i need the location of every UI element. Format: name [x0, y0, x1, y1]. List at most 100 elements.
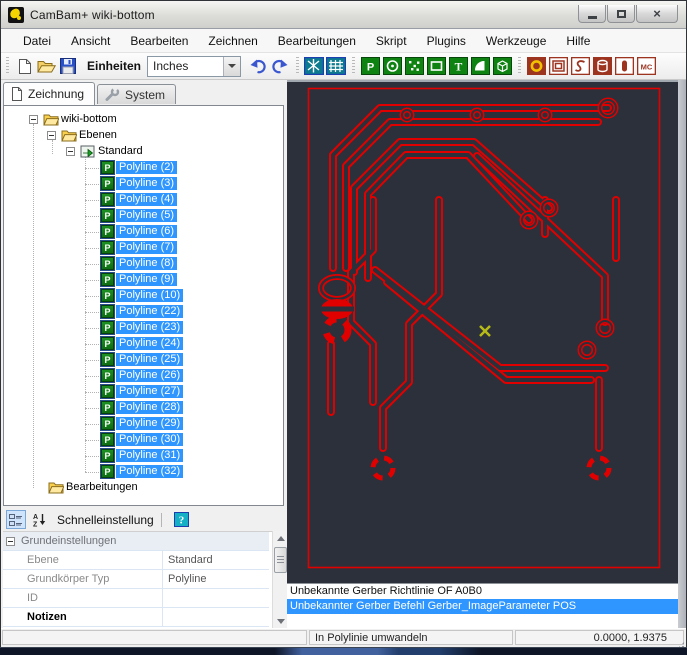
surface-icon[interactable]	[491, 55, 513, 77]
save-icon[interactable]	[57, 55, 79, 77]
polyline-icon[interactable]: P	[359, 55, 381, 77]
tree-node-polyline[interactable]: PPolyline (31)	[4, 448, 283, 464]
points-icon[interactable]	[403, 55, 425, 77]
tree-node-polyline[interactable]: PPolyline (10)	[4, 288, 283, 304]
property-category-row[interactable]: Grundeinstellungen	[3, 532, 269, 551]
tree-node-polyline[interactable]: PPolyline (23)	[4, 320, 283, 336]
cursor-marker	[480, 326, 490, 336]
tree-node-bearbeitungen[interactable]: Bearbeitungen	[4, 480, 283, 496]
collapse-icon[interactable]	[6, 537, 15, 546]
polyline-icon: P	[101, 225, 114, 238]
snap-point-icon[interactable]	[303, 55, 325, 77]
tree-guide-stub	[85, 200, 99, 201]
polyline-icon: P	[101, 321, 114, 334]
collapse-icon[interactable]	[29, 115, 38, 124]
menu-item-werkzeuge[interactable]: Werkzeuge	[476, 31, 556, 51]
svg-text:Z: Z	[33, 522, 38, 528]
tree-node-polyline[interactable]: PPolyline (4)	[4, 192, 283, 208]
scroll-down-icon[interactable]	[274, 614, 287, 628]
property-row[interactable]: Notizen	[3, 608, 269, 627]
menu-item-datei[interactable]: Datei	[13, 31, 61, 51]
polyline-icon: P	[101, 209, 114, 222]
profile3d-icon[interactable]	[591, 55, 613, 77]
scroll-up-icon[interactable]	[274, 531, 287, 545]
arc-icon[interactable]	[469, 55, 491, 77]
property-row[interactable]: Grundkörper TypPolyline	[3, 570, 269, 589]
menu-item-plugins[interactable]: Plugins	[417, 31, 476, 51]
tree-node-polyline[interactable]: PPolyline (22)	[4, 304, 283, 320]
tree-node-polyline[interactable]: PPolyline (27)	[4, 384, 283, 400]
property-value[interactable]: Polyline	[163, 573, 269, 585]
snap-grid-icon[interactable]	[325, 55, 347, 77]
undo-icon[interactable]	[247, 55, 269, 77]
tab-zeichnung[interactable]: Zeichnung	[3, 82, 95, 105]
tree-node-polyline[interactable]: PPolyline (9)	[4, 272, 283, 288]
machining-icon[interactable]: MC	[635, 55, 657, 77]
polyline-icon: P	[101, 193, 114, 206]
message-list[interactable]: Unbekannte Gerber Richtlinie OF A0B0Unbe…	[287, 583, 678, 628]
collapse-icon[interactable]	[66, 147, 75, 156]
categorized-view-button[interactable]	[6, 510, 26, 529]
tree-node-polyline[interactable]: PPolyline (26)	[4, 368, 283, 384]
circle-icon[interactable]	[381, 55, 403, 77]
property-row[interactable]: EbeneStandard	[3, 551, 269, 570]
minimize-button[interactable]	[578, 5, 606, 23]
menu-item-zeichnen[interactable]: Zeichnen	[198, 31, 267, 51]
tree-node-root[interactable]: wiki-bottom	[4, 112, 283, 128]
tree-guide-stub	[85, 424, 99, 425]
units-combobox[interactable]: Inches	[147, 56, 241, 77]
sort-az-button[interactable]: A Z	[29, 510, 49, 529]
tree-node-polyline[interactable]: PPolyline (3)	[4, 176, 283, 192]
property-grid[interactable]: GrundeinstellungenEbeneStandardGrundkörp…	[3, 531, 284, 628]
drill-icon[interactable]	[525, 55, 547, 77]
tree-node-polyline[interactable]: PPolyline (25)	[4, 352, 283, 368]
rectangle-icon[interactable]	[425, 55, 447, 77]
maximize-button[interactable]	[607, 5, 635, 23]
tree-node-polyline[interactable]: PPolyline (2)	[4, 160, 283, 176]
message-row[interactable]: Unbekannter Gerber Befehl Gerber_ImagePa…	[287, 599, 678, 614]
new-file-icon[interactable]	[13, 55, 35, 77]
menu-item-hilfe[interactable]: Hilfe	[556, 31, 600, 51]
property-name: Ebene	[3, 551, 163, 569]
scroll-thumb[interactable]	[274, 547, 287, 573]
collapse-icon[interactable]	[47, 131, 56, 140]
combo-dropdown-button[interactable]	[223, 57, 240, 76]
redo-icon[interactable]	[269, 55, 291, 77]
svg-text:P: P	[366, 62, 373, 74]
property-row[interactable]: ID	[3, 589, 269, 608]
menu-item-skript[interactable]: Skript	[366, 31, 417, 51]
close-button[interactable]: ×	[636, 5, 678, 23]
tree-node-polyline[interactable]: PPolyline (28)	[4, 400, 283, 416]
tree-node-polyline[interactable]: PPolyline (24)	[4, 336, 283, 352]
tree-node-ebenen[interactable]: Ebenen	[4, 128, 283, 144]
left-panel: Zeichnung System wiki-bottomEbenenStanda…	[1, 80, 287, 628]
drawing-canvas[interactable]	[287, 82, 678, 583]
tree-node-polyline[interactable]: PPolyline (30)	[4, 432, 283, 448]
drawing-tree[interactable]: wiki-bottomEbenenStandardPPolyline (2)PP…	[3, 105, 284, 506]
tree-node-label: Polyline (26)	[116, 369, 183, 382]
menu-item-ansicht[interactable]: Ansicht	[61, 31, 120, 51]
tree-node-standard[interactable]: Standard	[4, 144, 283, 160]
tree-node-polyline[interactable]: PPolyline (8)	[4, 256, 283, 272]
menu-item-bearbeitungen[interactable]: Bearbeitungen	[268, 31, 366, 51]
tree-node-polyline[interactable]: PPolyline (32)	[4, 464, 283, 480]
tree-node-polyline[interactable]: PPolyline (7)	[4, 240, 283, 256]
folder-icon	[48, 481, 64, 494]
help-button[interactable]: ?	[172, 510, 192, 529]
menu-item-bearbeiten[interactable]: Bearbeiten	[120, 31, 198, 51]
tree-node-label: Polyline (8)	[116, 257, 177, 270]
tree-node-polyline[interactable]: PPolyline (6)	[4, 224, 283, 240]
engrave-icon[interactable]	[569, 55, 591, 77]
tree-node-polyline[interactable]: PPolyline (29)	[4, 416, 283, 432]
property-scrollbar[interactable]	[272, 531, 287, 628]
minimize-icon	[588, 16, 597, 19]
tab-system[interactable]: System	[97, 84, 176, 104]
property-value[interactable]: Standard	[163, 554, 269, 566]
tree-node-polyline[interactable]: PPolyline (5)	[4, 208, 283, 224]
text-icon[interactable]: T	[447, 55, 469, 77]
toolbar-grip	[518, 57, 521, 75]
vengrave-icon[interactable]	[613, 55, 635, 77]
open-folder-icon[interactable]	[35, 55, 57, 77]
message-row[interactable]: Unbekannte Gerber Richtlinie OF A0B0	[287, 584, 678, 599]
pocket-icon[interactable]	[547, 55, 569, 77]
